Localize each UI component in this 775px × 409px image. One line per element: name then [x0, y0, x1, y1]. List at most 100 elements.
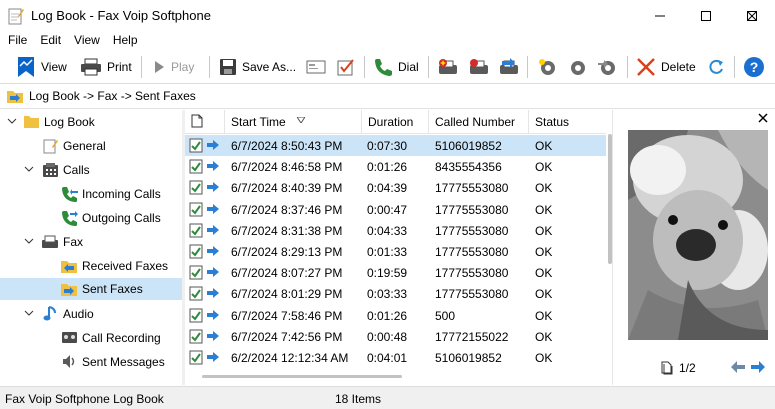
tree-item-fax[interactable]: Fax [0, 231, 182, 253]
fax-preview-image [628, 130, 768, 340]
fax-forward-button[interactable] [498, 54, 520, 80]
fax-document-check-icon [189, 159, 203, 174]
tree-item-received-faxes[interactable]: Received Faxes [0, 255, 182, 277]
arrow-right-icon[interactable] [751, 361, 765, 373]
fax-document-check-icon [189, 202, 203, 217]
settings-new-button[interactable] [536, 54, 558, 80]
fax-document-check-icon [189, 265, 203, 280]
bookmark-icon [18, 57, 34, 77]
dial-button[interactable]: Dial [373, 54, 419, 80]
tape-recorder-icon [62, 332, 77, 343]
print-button[interactable]: Print [80, 54, 132, 80]
tree-item-sent-faxes[interactable]: Sent Faxes [0, 278, 182, 300]
play-icon [155, 61, 164, 73]
table-row[interactable]: 6/7/2024 8:46:58 PM 0:01:26 8435554356 OK [185, 156, 606, 177]
chevron-down-icon[interactable] [24, 164, 34, 174]
window-title: Log Book - Fax Voip Softphone [31, 8, 211, 23]
cell-called-number: 17772155022 [435, 329, 509, 344]
horizontal-scrollbar[interactable] [202, 375, 402, 378]
toolbar: View Print Play Save As... Dial Delete ? [0, 50, 775, 84]
minimize-button[interactable] [637, 0, 683, 32]
fax-document-check-icon [189, 329, 203, 344]
mark-done-button[interactable] [337, 54, 355, 80]
item-count: 18 Items [335, 392, 382, 406]
table-row[interactable]: 6/7/2024 8:29:13 PM 0:01:33 17775553080 OK [185, 241, 606, 262]
save-as-button[interactable]: Save As... [219, 54, 296, 80]
table-row[interactable]: 6/7/2024 8:37:46 PM 0:00:47 17775553080 OK [185, 199, 606, 220]
cell-start-time: 6/7/2024 7:42:56 PM [231, 329, 343, 344]
close-preview-icon[interactable] [755, 110, 771, 126]
cell-duration: 0:19:59 [367, 266, 408, 281]
cell-start-time: 6/7/2024 7:58:46 PM [231, 308, 343, 323]
table-row[interactable]: 6/7/2024 8:31:38 PM 0:04:33 17775553080 OK [185, 220, 606, 241]
chevron-down-icon[interactable] [7, 116, 17, 126]
header-type-column[interactable] [185, 110, 225, 134]
help-button[interactable]: ? [743, 54, 765, 80]
view-label: View [41, 60, 67, 74]
tree-item-incoming-calls[interactable]: Incoming Calls [0, 183, 182, 205]
table-row[interactable]: 6/7/2024 8:40:39 PM 0:04:39 17775553080 OK [185, 177, 606, 198]
tree-label: Call Recording [82, 331, 161, 345]
tree-item-sent-messages[interactable]: Sent Messages [0, 351, 182, 373]
outgoing-arrow-icon [207, 224, 219, 235]
tree-item-log-book[interactable]: Log Book [0, 111, 182, 133]
delete-label: Delete [661, 60, 696, 74]
tree-label: Audio [63, 307, 94, 321]
notepad-icon [43, 139, 58, 154]
tree-item-call-recording[interactable]: Call Recording [0, 327, 182, 349]
email-button[interactable] [306, 54, 326, 80]
cell-called-number: 17775553080 [435, 287, 509, 302]
chevron-down-icon[interactable] [24, 308, 34, 318]
header-label: Start Time [231, 115, 286, 129]
chevron-down-icon[interactable] [24, 236, 34, 246]
fax-send-button[interactable] [468, 54, 490, 80]
tree-item-general[interactable]: General [0, 135, 182, 157]
close-button[interactable] [729, 0, 775, 32]
checkbox-icon [337, 59, 354, 76]
menu-help[interactable]: Help [113, 32, 138, 50]
dial-label: Dial [398, 60, 419, 74]
settings-refresh-button[interactable] [566, 54, 588, 80]
tree-item-outgoing-calls[interactable]: Outgoing Calls [0, 207, 182, 229]
delete-button[interactable]: Delete [636, 54, 696, 80]
maximize-button[interactable] [683, 0, 729, 32]
notepad-icon [8, 8, 24, 25]
fax-new-icon [439, 59, 457, 74]
table-row[interactable]: 6/7/2024 8:50:43 PM 0:07:30 5106019852 OK [185, 135, 606, 156]
red-x-icon [637, 58, 655, 76]
menu-edit[interactable]: Edit [40, 32, 61, 50]
table-row[interactable]: 6/7/2024 8:07:27 PM 0:19:59 17775553080 OK [185, 262, 606, 283]
refresh-button[interactable] [706, 54, 726, 80]
header-start-time[interactable]: Start Time [225, 110, 362, 134]
arrow-left-icon[interactable] [731, 361, 745, 373]
cell-duration: 0:04:33 [367, 223, 408, 238]
settings-forward-button[interactable] [596, 54, 618, 80]
tree-label: Sent Messages [82, 355, 165, 369]
refresh-icon [709, 59, 723, 74]
header-called-number[interactable]: Called Number [429, 110, 529, 134]
table-row[interactable]: 6/7/2024 7:58:46 PM 0:01:26 500 OK [185, 305, 606, 326]
fax-document-check-icon [189, 350, 203, 365]
folder-outgoing-icon [61, 284, 77, 296]
tree-item-audio[interactable]: Audio [0, 303, 182, 325]
menu-view[interactable]: View [74, 32, 100, 50]
cell-status: OK [535, 308, 553, 323]
tree-label: Calls [63, 163, 90, 177]
view-button[interactable]: View [16, 54, 67, 80]
new-fax-button[interactable] [437, 54, 459, 80]
play-button[interactable]: Play [152, 54, 194, 80]
cell-status: OK [535, 160, 553, 175]
table-row[interactable]: 6/7/2024 7:42:56 PM 0:00:48 17772155022 OK [185, 326, 606, 347]
header-duration[interactable]: Duration [362, 110, 429, 134]
table-row[interactable]: 6/2/2024 12:12:34 AM 0:04:01 5106019852 OK [185, 347, 606, 368]
cell-called-number: 17775553080 [435, 245, 509, 259]
navigation-tree: Log Book General Calls Incoming Calls Ou… [0, 110, 182, 385]
fax-document-check-icon [189, 180, 203, 195]
tree-item-calls[interactable]: Calls [0, 159, 182, 181]
menu-file[interactable]: File [8, 32, 27, 50]
cell-called-number: 17775553080 [435, 181, 509, 196]
cell-duration: 0:01:26 [367, 308, 408, 323]
table-row[interactable]: 6/7/2024 8:01:29 PM 0:03:33 17775553080 OK [185, 283, 606, 304]
cell-start-time: 6/7/2024 8:37:46 PM [231, 202, 343, 217]
header-status[interactable]: Status [529, 110, 606, 134]
